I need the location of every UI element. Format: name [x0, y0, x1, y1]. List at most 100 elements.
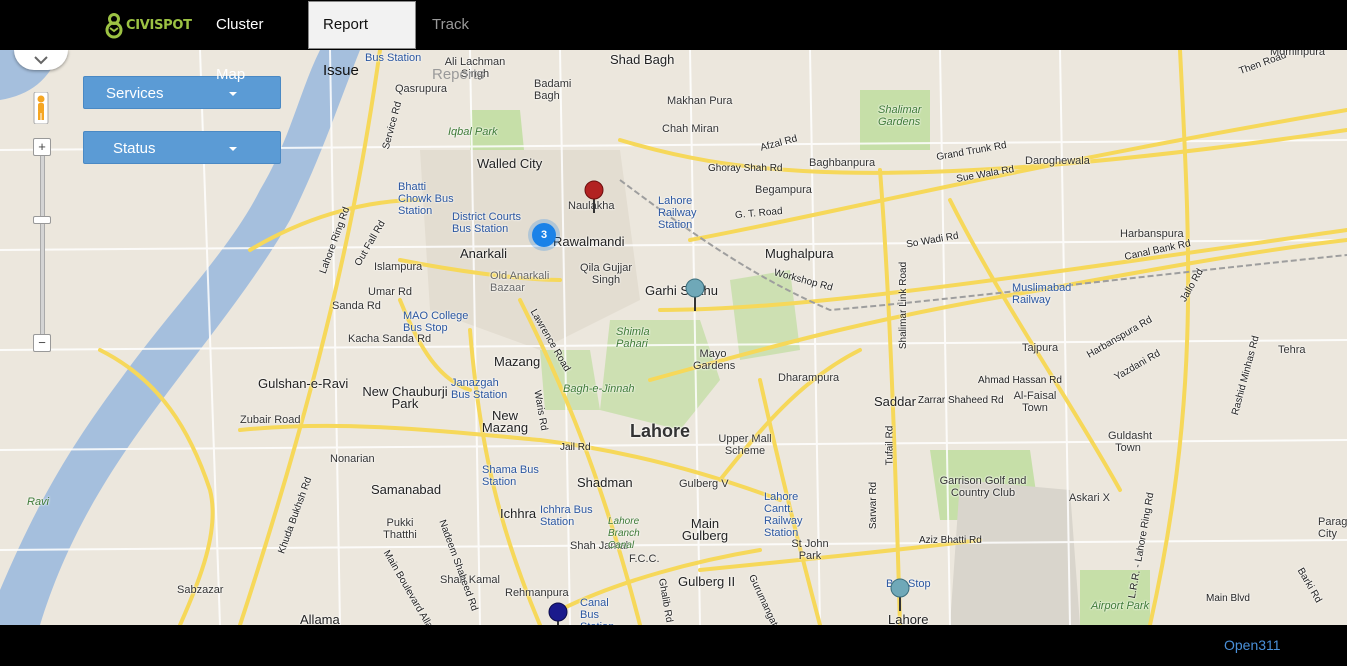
map-label: Gulberg II	[678, 574, 736, 589]
map-label: Lahore Cantt. Railway Station	[764, 491, 803, 539]
map-label: Ravi	[27, 496, 50, 508]
map-label: Ichhra Bus Station	[540, 504, 593, 528]
zoom-slider-track[interactable]	[40, 142, 45, 344]
nav-track-reports[interactable]: Track Reports	[418, 0, 536, 83]
map-label: Walled City	[477, 156, 543, 171]
map-label: Old Anarkali Bazaar	[490, 270, 550, 294]
map-label: Lahore Railway Station	[658, 195, 697, 231]
road-label: Zarrar Shaheed Rd	[918, 395, 1004, 406]
zoom-out-button[interactable]: −	[33, 334, 51, 352]
footer-bar: Open311	[0, 625, 1347, 666]
map-label: Sanda Rd	[332, 300, 381, 312]
city-label: Lahore	[630, 421, 691, 441]
map-label: Guldasht Town	[1108, 430, 1153, 454]
services-dropdown[interactable]: Services	[83, 76, 281, 109]
pan-control[interactable]	[14, 50, 68, 70]
map-label: Muslimabad Railway	[1012, 282, 1072, 306]
road-label: Ahmad Hassan Rd	[978, 375, 1062, 386]
road-label: Sarwar Rd	[868, 481, 880, 530]
map-label: MAO College Bus Stop	[403, 310, 469, 334]
open311-link[interactable]: Open311	[1224, 637, 1281, 653]
zoom-in-button[interactable]: +	[33, 138, 51, 156]
map-label: Samanabad	[371, 482, 442, 497]
brand-name: CIVISPOT	[126, 17, 192, 33]
map-label: Zubair Road	[240, 414, 301, 426]
map-label: Makhan Pura	[667, 95, 733, 107]
map-label: Airport Park	[1091, 600, 1150, 612]
map-label: Askari X	[1069, 492, 1110, 504]
map-label: F.C.C.	[629, 553, 660, 565]
map-label: Kacha Sanda Rd	[348, 333, 432, 345]
map-label: Shadman	[577, 475, 633, 490]
map-label: Iqbal Park	[448, 126, 498, 138]
map-label: Ichhra	[500, 506, 537, 521]
nav-report-issue[interactable]: Report Issue	[308, 1, 416, 79]
map-label: Bagh-e-Jinnah	[563, 383, 635, 395]
report-marker-navy-icon[interactable]	[548, 602, 568, 625]
nav-cluster-map[interactable]: Cluster Map	[202, 0, 306, 83]
map-label: Janazgah Bus Station	[451, 377, 508, 401]
status-dropdown[interactable]: Status	[83, 131, 281, 164]
road-label: Main Blvd	[1206, 593, 1250, 604]
map-label: Canal Bus Station	[580, 597, 614, 625]
map-label: Mayo Gardens	[693, 348, 736, 372]
map-label: Lahore	[888, 612, 929, 625]
map-label: Saddar	[874, 394, 916, 409]
road-label: Aziz Bhatti Rd	[919, 535, 982, 546]
map-label: St John Park	[791, 538, 829, 562]
map-label: Tehra	[1278, 344, 1306, 356]
report-marker-red-icon[interactable]	[584, 180, 604, 214]
top-navbar: CIVISPOT Cluster Map Report Issue Track …	[0, 0, 1347, 83]
map-label: Pukki Thatthi	[383, 517, 417, 541]
road-label: Ghoray Shah Rd	[708, 163, 783, 174]
map-label: Dharampura	[778, 372, 840, 384]
map-label: Nonarian	[330, 453, 375, 465]
map-label: Upper Mall Scheme	[718, 433, 772, 457]
map-label: New Chauburji Park	[362, 384, 448, 411]
map-label: Gulshan-e-Ravi	[258, 376, 349, 391]
map-label: Garrison Golf and Country Club	[939, 475, 1027, 499]
map-label: Chah Miran	[662, 123, 719, 135]
road-label: Shalimar Link Road	[898, 261, 910, 350]
map-label: Mughalpura	[765, 246, 834, 261]
map-label: Rehmanpura	[505, 587, 569, 599]
map-label: Mazang	[494, 354, 541, 369]
map-label: Paragon City	[1318, 516, 1347, 540]
map-label: Shama Bus Station	[482, 464, 539, 488]
road-label: Tufail Rd	[884, 425, 896, 466]
map-label: Baghbanpura	[809, 157, 876, 169]
logo-mark-icon	[104, 12, 124, 39]
map-label: Bus Station	[365, 52, 422, 64]
map-label: Umar Rd	[368, 286, 413, 298]
map-label: Al-Faisal Town	[1013, 390, 1057, 414]
map-label: Harbanspura	[1120, 228, 1184, 240]
map-label: Sabzazar	[177, 584, 224, 596]
map-label: Qila Gujjar Singh	[580, 262, 632, 286]
report-marker-teal-icon[interactable]	[685, 278, 705, 312]
map-label: Allama	[300, 612, 340, 625]
map-label: Shimla Pahari	[616, 326, 650, 350]
map-label: Lahore Branch Canal	[608, 516, 640, 551]
map-canvas[interactable]: Bus Station Qasrupura Ali Lachman Singh …	[0, 50, 1347, 625]
chevron-down-icon	[229, 147, 237, 151]
services-dropdown-label: Services	[106, 85, 164, 102]
report-cluster[interactable]: 3	[527, 218, 561, 252]
map-label: Main Gulberg	[681, 516, 729, 543]
map-label: Rawalmandi	[553, 234, 625, 249]
street-view-pegman-icon[interactable]	[33, 92, 49, 124]
map-label: Tajpura	[1022, 342, 1059, 354]
map-label: Shad Bagh	[610, 52, 675, 67]
map-label: District Courts Bus Station	[452, 211, 522, 235]
civispot-logo[interactable]: CIVISPOT	[104, 9, 192, 41]
zoom-slider-handle[interactable]	[33, 216, 51, 224]
road-label: Jail Rd	[560, 442, 591, 453]
report-marker-teal-icon[interactable]	[890, 578, 910, 612]
map-label: Mominpura	[1270, 50, 1326, 58]
map-label: Bhatti Chowk Bus Station	[398, 181, 454, 217]
status-dropdown-label: Status	[113, 140, 156, 157]
map-label: Badami Bagh	[534, 78, 572, 102]
map-label: Islampura	[374, 261, 423, 273]
map-label: Gulberg V	[679, 478, 729, 490]
cluster-count: 3	[532, 223, 556, 247]
map-label: Shalimar Gardens	[878, 104, 922, 128]
